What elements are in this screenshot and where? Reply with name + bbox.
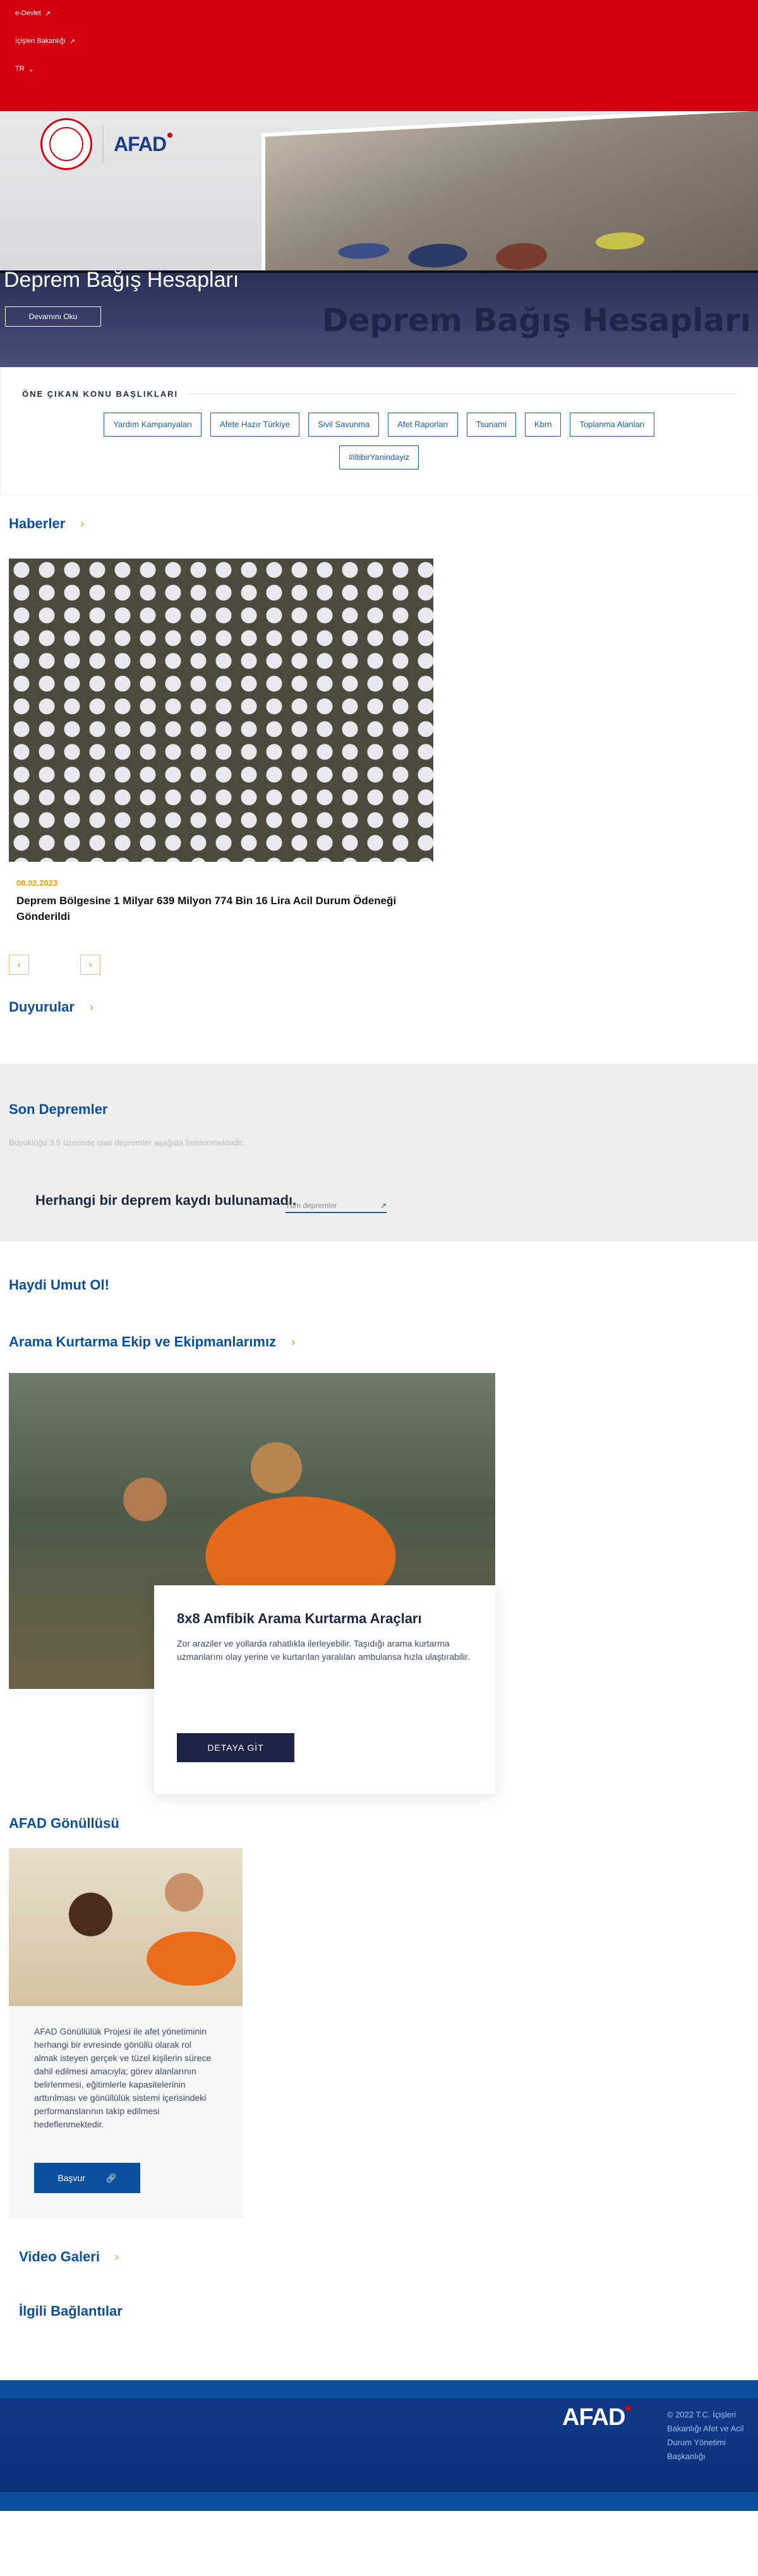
footer-afad-logo[interactable]: AFAD: [562, 2404, 632, 2431]
all-earthquakes-label: Tüm depremler: [286, 1201, 337, 1210]
read-more-button[interactable]: Devamını Oku: [5, 306, 101, 327]
external-link-icon: ↗: [44, 9, 51, 18]
volunteer-image: [9, 1848, 243, 2006]
hope-heading: Haydi Umut Ol!: [9, 1277, 109, 1293]
hope-section: Haydi Umut Ol!: [0, 1242, 758, 1293]
volunteer-heading: AFAD Gönüllüsü: [9, 1815, 119, 1831]
language-label: TR: [15, 65, 25, 73]
earthquakes-heading: Son Depremler: [9, 1101, 108, 1117]
announcements-heading-link[interactable]: Duyurular ›: [9, 999, 749, 1015]
logo-divider: [102, 125, 104, 163]
language-selector[interactable]: TR ⌄: [15, 62, 743, 76]
topic-tag[interactable]: Toplanma Alanları: [570, 413, 654, 437]
news-card[interactable]: 08.02.2023 Deprem Bölgesine 1 Milyar 639…: [9, 559, 433, 924]
chevron-right-icon: ›: [80, 517, 85, 530]
rescue-card-text: Zor araziler ve yollarda rahatlıkla iler…: [177, 1638, 470, 1662]
featured-topics-heading: ÖNE ÇIKAN KONU BAŞLIKLARI: [22, 389, 179, 399]
featured-topics: ÖNE ÇIKAN KONU BAŞLIKLARI Yardım Kampany…: [0, 367, 758, 495]
topic-tag[interactable]: Sivil Savunma: [308, 413, 380, 437]
rescue-card: 8x8 Amfibik Arama Kurtarma Araçları Zor …: [154, 1585, 495, 1794]
news-heading-link[interactable]: Haberler ›: [9, 516, 749, 532]
news-carousel-controls: ‹ ›: [9, 955, 100, 975]
news-image: [9, 559, 433, 862]
apply-label: Başvur: [57, 2173, 85, 2183]
rescue-section: Arama Kurtarma Ekip ve Ekipmanlarımız › …: [0, 1293, 758, 1815]
earthquakes-empty-message: Herhangi bir deprem kaydı bulunamadı.: [35, 1192, 297, 1208]
ministry-seal-icon: [40, 118, 92, 170]
chevron-down-icon: ⌄: [28, 65, 34, 73]
chevron-left-icon[interactable]: ‹: [9, 955, 29, 975]
chevron-right-icon: ›: [89, 1000, 93, 1013]
link-icon: 🔗︎: [105, 2172, 117, 2183]
afad-logo: AFAD: [114, 132, 173, 156]
hero-banner: AFAD Deprem Bağış Hesapları Deprem Bağış…: [0, 111, 758, 367]
topic-tag[interactable]: #iltibirYanindayiz: [339, 445, 419, 469]
footer: AFAD © 2022 T.C. İçişleri Bakanlığı Afet…: [0, 2380, 758, 2511]
hero-banner-text: Deprem Bağış Hesapları: [322, 302, 751, 339]
announcements-section: Duyurular ›: [0, 975, 758, 1015]
topic-tag[interactable]: Kbrn: [524, 413, 562, 437]
ministry-link[interactable]: İçişleri Bakanlığı ↗: [15, 34, 743, 48]
rescue-heading-link[interactable]: Arama Kurtarma Ekip ve Ekipmanlarımız ›: [9, 1334, 749, 1350]
external-link-icon: ↗: [69, 37, 76, 45]
volunteer-section: AFAD Gönüllüsü AFAD Gönüllülük Projesi i…: [0, 1815, 758, 2218]
announcements-heading: Duyurular: [9, 999, 75, 1015]
edevlet-link[interactable]: e-Devlet ↗: [15, 6, 743, 20]
volunteer-card: AFAD Gönüllülük Projesi ile afet yönetim…: [9, 1848, 243, 2218]
topic-tag[interactable]: Tsunami: [466, 413, 516, 437]
topic-tags: Yardım Kampanyaları Afete Hazır Türkiye …: [22, 413, 736, 469]
rescue-card-title: 8x8 Amfibik Arama Kurtarma Araçları: [177, 1611, 422, 1626]
news-section: Haberler › 08.02.2023 Deprem Bölgesine 1…: [0, 495, 758, 975]
hero-title: Deprem Bağış Hesapları: [4, 268, 239, 292]
volunteer-text: AFAD Gönüllülük Projesi ile afet yönetim…: [34, 2026, 212, 2129]
related-links-section: İlgili Bağlantılar: [0, 2265, 758, 2319]
footer-top-strip: [0, 2380, 758, 2398]
chevron-right-icon[interactable]: ›: [80, 955, 100, 975]
apply-button[interactable]: Başvur 🔗︎: [34, 2163, 140, 2193]
video-gallery-heading: Video Galeri: [19, 2249, 100, 2265]
video-gallery-section: Video Galeri ›: [0, 2218, 758, 2265]
details-button[interactable]: DETAYA GİT: [177, 1733, 294, 1762]
topic-tag[interactable]: Afet Raporları: [388, 413, 458, 437]
topic-tag[interactable]: Yardım Kampanyaları: [104, 413, 202, 437]
logo-group[interactable]: AFAD: [40, 111, 173, 177]
edevlet-label: e-Devlet: [15, 9, 41, 17]
news-date: 08.02.2023: [16, 878, 58, 888]
ministry-label: İçişleri Bakanlığı: [15, 37, 66, 45]
recent-earthquakes: Son Depremler Büyüklüğü 3.5 üzerinde ola…: [0, 1063, 758, 1242]
all-earthquakes-link[interactable]: Tüm depremler ↗: [286, 1201, 387, 1213]
footer-copyright: © 2022 T.C. İçişleri Bakanlığı Afet ve A…: [667, 2410, 744, 2461]
related-links-heading: İlgili Bağlantılar: [19, 2303, 123, 2319]
video-gallery-heading-link[interactable]: Video Galeri ›: [19, 2249, 739, 2265]
arrow-up-right-icon: ↗: [380, 1201, 387, 1210]
footer-bottom-strip: [0, 2492, 758, 2511]
news-heading: Haberler: [9, 516, 66, 531]
chevron-right-icon: ›: [291, 1335, 296, 1348]
rescue-heading: Arama Kurtarma Ekip ve Ekipmanlarımız: [9, 1334, 277, 1350]
chevron-right-icon: ›: [114, 2250, 119, 2263]
top-bar: e-Devlet ↗ İçişleri Bakanlığı ↗ TR ⌄: [0, 0, 758, 111]
topic-tag[interactable]: Afete Hazır Türkiye: [210, 413, 299, 437]
earthquakes-description: Büyüklüğü 3.5 üzerinde olan depremler aş…: [9, 1138, 244, 1147]
news-title: Deprem Bölgesine 1 Milyar 639 Milyon 774…: [16, 895, 397, 922]
